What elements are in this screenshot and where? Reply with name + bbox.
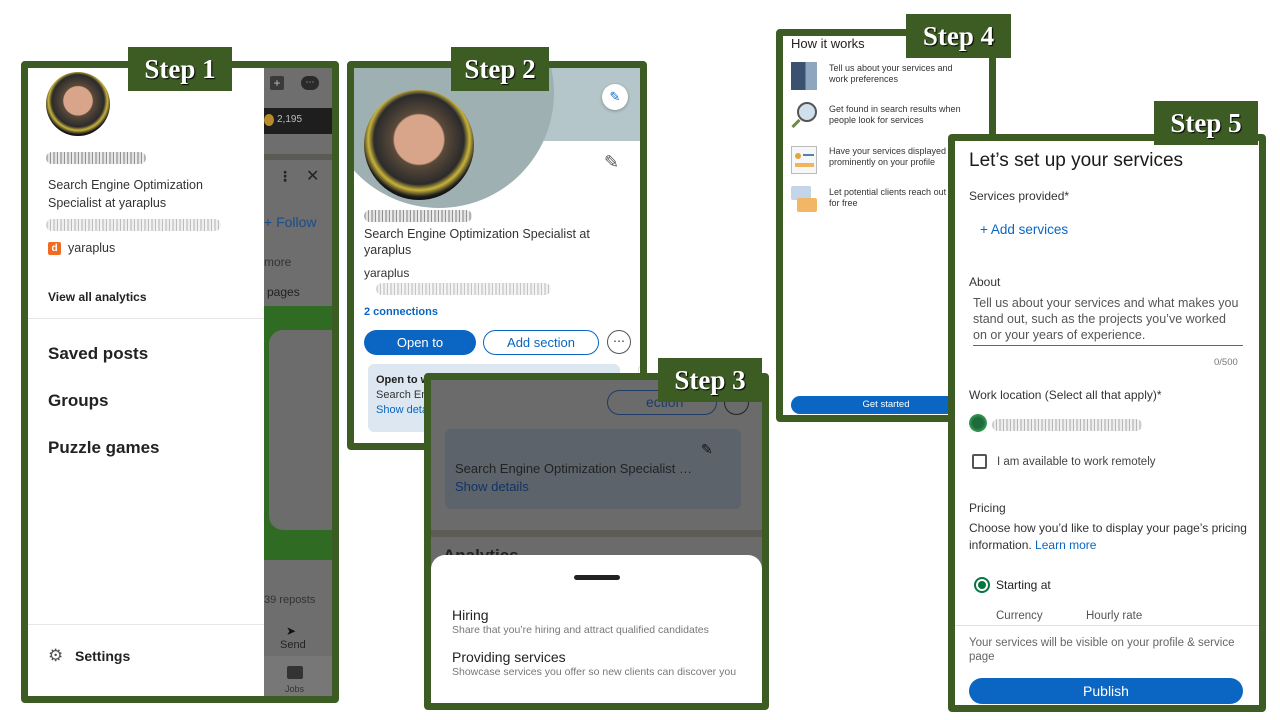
step5-label: Step 5: [1154, 101, 1258, 145]
points-bar: 2,195: [264, 108, 332, 134]
step-item-text: Tell us about your services and work pre…: [829, 63, 953, 84]
points-count: 2,195: [277, 114, 303, 125]
settings-gear-icon: ⚙: [48, 646, 64, 665]
starting-at-radio[interactable]: [974, 577, 990, 593]
profile-headline: Search Engine Optimization Specialist at…: [364, 227, 590, 257]
currency-field-label[interactable]: Currency: [996, 610, 1043, 622]
menu-saved-posts[interactable]: Saved posts: [48, 344, 148, 364]
visibility-note: Your services will be visible on your pr…: [969, 637, 1235, 663]
company-name: yaraplus: [364, 266, 410, 280]
pages-text: pages: [267, 285, 300, 299]
add-services-button[interactable]: + Add services: [980, 222, 1068, 237]
more-text: more: [264, 255, 292, 269]
post-card: [269, 330, 332, 530]
pricing-desc-text: Choose how you’d like to display your pa…: [969, 521, 1247, 552]
divider: [28, 624, 264, 625]
kebab-menu-icon: ⋮: [278, 168, 292, 184]
option-title: Providing services: [452, 649, 566, 665]
pricing-description: Choose how you’d like to display your pa…: [969, 520, 1249, 554]
location-chip-icon[interactable]: [969, 414, 987, 432]
step2-label: Step 2: [451, 47, 549, 91]
company-name: yaraplus: [68, 241, 116, 255]
edit-banner-pencil-icon[interactable]: ✎: [602, 84, 628, 110]
option-desc: Share that you’re hiring and attract qua…: [452, 624, 709, 636]
option-hiring[interactable]: Hiring Share that you’re hiring and attr…: [452, 607, 752, 636]
step-item-text: Get found in search results when people …: [829, 104, 961, 125]
jobs-label: Jobs: [285, 684, 305, 694]
step5-screenshot: Let’s set up your services Services prov…: [948, 134, 1266, 712]
bottom-nav: Jobs: [264, 656, 332, 696]
option-providing-services[interactable]: Providing services Showcase services you…: [452, 649, 752, 678]
char-count: 0/500: [1214, 357, 1238, 368]
connections-link[interactable]: 2 connections: [364, 306, 438, 318]
send-icon: ➤: [286, 624, 297, 638]
hourly-rate-field-label[interactable]: Hourly rate: [1086, 610, 1142, 622]
about-label: About: [969, 275, 1001, 289]
role-text: Search Engine Optimization Specialist …: [455, 461, 693, 476]
show-details-text: Show details: [455, 479, 529, 494]
divider: [955, 625, 1259, 626]
feed-background-dimmed: + ⋯ 2,195 ⋮ ✕ + Follow more pages 39 rep…: [264, 68, 332, 696]
profile-avatar[interactable]: [364, 90, 474, 200]
add-section-button[interactable]: Add section: [483, 330, 599, 355]
profile-avatar[interactable]: [46, 72, 110, 136]
remote-checkbox-label: I am available to work remotely: [997, 456, 1156, 468]
step1-screenshot: + ⋯ 2,195 ⋮ ✕ + Follow more pages 39 rep…: [21, 61, 339, 703]
divider: [431, 530, 762, 537]
redacted-location: [992, 419, 1142, 431]
menu-puzzle-games[interactable]: Puzzle games: [48, 438, 160, 458]
services-provided-label: Services provided*: [969, 189, 1070, 203]
edit-pencil-icon: ✎: [701, 441, 713, 457]
magnifier-icon: [791, 102, 817, 130]
publish-button[interactable]: Publish: [969, 678, 1243, 704]
view-all-analytics-link[interactable]: View all analytics: [48, 290, 147, 304]
setup-services-title: Let’s set up your services: [969, 150, 1184, 171]
company-logo-icon: d: [48, 242, 61, 255]
redacted-name: [46, 152, 146, 164]
work-location-label: Work location (Select all that apply)*: [969, 388, 1162, 402]
edit-intro-pencil-icon[interactable]: ✎: [604, 152, 619, 173]
learn-more-link[interactable]: Learn more: [1035, 538, 1096, 552]
profile-card-icon: [791, 146, 817, 174]
drag-handle[interactable]: [573, 575, 620, 580]
points-coin-icon: [264, 114, 274, 126]
chat-bubbles-icon: [791, 186, 817, 214]
building-icon: [791, 62, 817, 90]
step4-label: Step 4: [906, 14, 1011, 58]
send-label: Send: [280, 639, 306, 651]
option-desc: Showcase services you offer so new clien…: [452, 666, 737, 678]
pricing-label: Pricing: [969, 501, 1006, 515]
remote-checkbox[interactable]: [972, 454, 987, 469]
reposts-count: 39 reposts: [264, 594, 316, 606]
open-to-button[interactable]: Open to: [364, 330, 476, 355]
redacted-location: [376, 283, 551, 295]
about-textarea[interactable]: Tell us about your services and what mak…: [973, 295, 1243, 346]
jobs-icon: [287, 666, 303, 679]
create-post-icon: +: [270, 76, 284, 90]
settings-menu-item[interactable]: Settings: [75, 648, 130, 664]
menu-groups[interactable]: Groups: [48, 391, 108, 411]
starting-at-label: Starting at: [996, 578, 1051, 592]
step3-label: Step 3: [658, 358, 762, 402]
how-it-works-title: How it works: [791, 36, 865, 51]
more-options-button[interactable]: ⋯: [607, 330, 631, 354]
divider: [264, 154, 332, 160]
post-image: [264, 306, 332, 560]
option-title: Hiring: [452, 607, 489, 623]
divider: [28, 318, 264, 319]
navigation-drawer: Search Engine Optimization Specialist at…: [28, 68, 264, 696]
messages-icon: ⋯: [301, 76, 319, 90]
redacted-location: [46, 219, 221, 231]
close-icon: ✕: [306, 168, 320, 185]
step3-screenshot: ection ✎ Search Engine Optimization Spec…: [424, 373, 769, 710]
open-to-bottom-sheet: Hiring Share that you’re hiring and attr…: [431, 555, 762, 703]
step1-label: Step 1: [128, 47, 232, 91]
profile-headline: Search Engine Optimization Specialist at…: [48, 178, 203, 210]
follow-link: + Follow: [264, 214, 317, 230]
redacted-name: [364, 210, 472, 222]
open-to-work-card-dimmed: ✎ Search Engine Optimization Specialist …: [445, 429, 741, 509]
